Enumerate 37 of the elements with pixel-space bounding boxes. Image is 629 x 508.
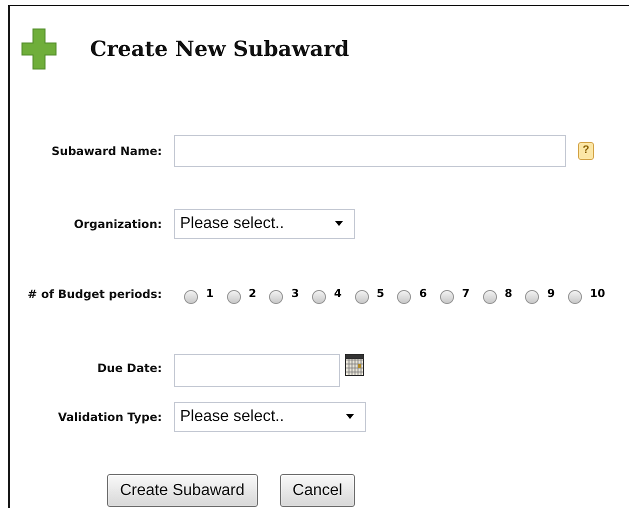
radio-button[interactable] [269,290,284,304]
radio-button[interactable] [226,290,241,304]
help-icon[interactable]: ? [578,142,594,160]
radio-button[interactable] [354,290,369,304]
select-dropdown[interactable]: Please select.. [174,208,355,238]
radio-label: 3 [291,286,299,302]
cancel-button[interactable]: Cancel [280,474,356,507]
create-button[interactable]: Create Subaward [107,474,258,507]
radio-label: 7 [462,286,470,302]
field-label: Subaward Name: [51,144,162,158]
radio-button[interactable] [568,290,582,304]
radio-button[interactable] [440,290,454,304]
radio-button[interactable] [525,290,540,304]
radio-button[interactable] [312,290,326,304]
dropdown-caret-icon [335,221,343,226]
radio-label: 9 [547,286,555,302]
radio-label: 1 [206,286,214,302]
radio-label: 5 [376,286,384,302]
radio-label: 6 [419,286,427,302]
radio-label: 8 [504,286,512,302]
radio-label: 2 [248,286,256,302]
field-label: Organization: [74,216,162,230]
dropdown-caret-icon [346,414,354,419]
plus-icon [21,28,57,70]
subaward-name-field[interactable] [174,134,566,166]
page-title: Create New Subaward [90,35,350,64]
radio-button[interactable] [482,290,497,304]
radio-button[interactable] [184,290,198,304]
radio-label: 10 [590,286,606,302]
field-label: Validation Type: [58,410,162,424]
select-dropdown[interactable]: Please select.. [174,402,366,432]
field-label: # of Budget periods: [28,287,162,301]
radio-label: 4 [334,286,342,302]
due-date-field[interactable] [174,354,340,387]
calendar-icon[interactable] [345,354,364,376]
field-label: Due Date: [97,361,162,375]
radio-button[interactable] [397,290,412,304]
